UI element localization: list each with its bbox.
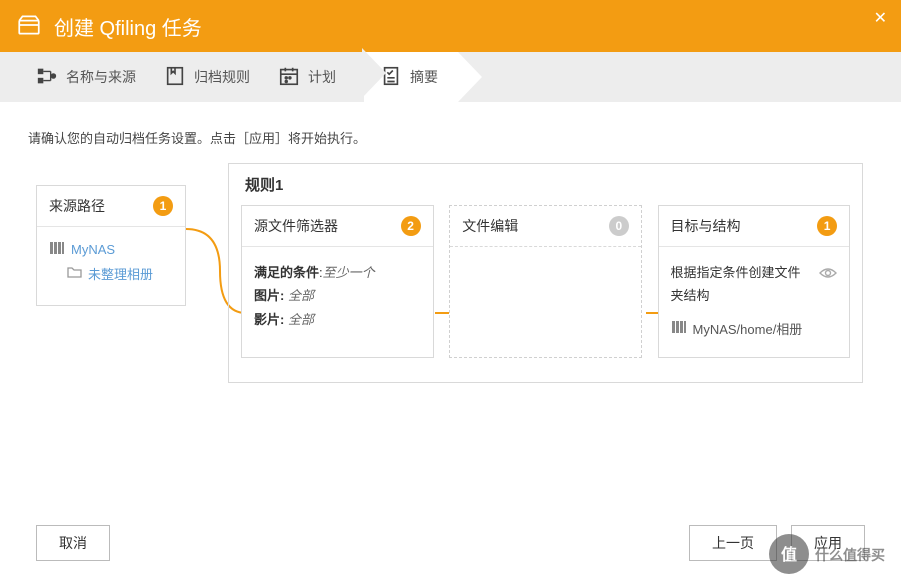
filter-video-label: 影片:	[254, 312, 284, 327]
file-edit-title: 文件编辑	[462, 216, 518, 236]
svg-text:值: 值	[781, 545, 797, 564]
nas-icon	[671, 318, 687, 341]
source-path-panel: 来源路径 1 MyNAS 未整理相册	[36, 185, 186, 306]
filter-card-title: 源文件筛选器	[254, 216, 338, 236]
step-label: 计划	[308, 67, 336, 87]
step-label: 归档规则	[194, 67, 250, 87]
file-edit-count-badge: 0	[609, 216, 629, 236]
filter-image-label: 图片:	[254, 288, 284, 303]
dialog-footer: 取消 上一页 应用	[0, 525, 901, 561]
condition-value: 至少一个	[323, 265, 375, 280]
destination-desc: 根据指定条件创建文件夹结构	[671, 261, 812, 308]
watermark: 值 什么值得买	[767, 532, 897, 579]
cancel-button[interactable]: 取消	[36, 525, 110, 561]
file-edit-card: 文件编辑 0	[449, 205, 642, 358]
destination-card: 目标与结构 1 根据指定条件创建文件夹结构	[658, 205, 851, 358]
condition-label: 满足的条件	[254, 265, 319, 280]
source-step-icon	[36, 65, 58, 90]
instruction-text: 请确认您的自动归档任务设置。点击［应用］将开始执行。	[28, 128, 873, 147]
rule-title: 规则1	[245, 174, 850, 195]
source-nas-item[interactable]: MyNAS	[49, 241, 173, 258]
schedule-step-icon	[278, 65, 300, 90]
nas-icon	[49, 241, 65, 258]
rule-panel: 规则1 源文件筛选器 2 满足的条件:至少一个 图片: 全部	[228, 163, 863, 383]
close-icon[interactable]: ✕	[874, 8, 887, 28]
source-panel-title: 来源路径	[49, 196, 105, 216]
destination-path: MyNAS/home/相册	[693, 318, 803, 341]
filter-count-badge: 2	[401, 216, 421, 236]
destination-title: 目标与结构	[671, 216, 741, 236]
step-archive-rules[interactable]: 归档规则	[164, 65, 250, 90]
step-label: 摘要	[410, 67, 438, 87]
step-label: 名称与来源	[66, 67, 136, 87]
step-bar: 名称与来源 归档规则 计划 摘要	[0, 52, 901, 102]
filter-video-value: 全部	[288, 312, 314, 327]
source-count-badge: 1	[153, 196, 173, 216]
titlebar: 创建 Qfiling 任务 ✕	[0, 0, 901, 52]
previous-button[interactable]: 上一页	[689, 525, 777, 561]
filter-image-value: 全部	[288, 288, 314, 303]
destination-path-row: MyNAS/home/相册	[671, 318, 838, 341]
app-icon	[16, 12, 42, 41]
svg-text:什么值得买: 什么值得买	[815, 547, 885, 563]
source-folder-label: 未整理相册	[88, 264, 153, 283]
source-nas-label: MyNAS	[71, 242, 115, 257]
folder-icon	[67, 266, 82, 281]
rules-step-icon	[164, 65, 186, 90]
step-name-source[interactable]: 名称与来源	[36, 65, 136, 90]
dialog-title: 创建 Qfiling 任务	[54, 12, 202, 41]
content-area: 请确认您的自动归档任务设置。点击［应用］将开始执行。 来源路径 1 MyNAS	[0, 102, 901, 205]
step-schedule[interactable]: 计划	[278, 65, 336, 90]
eye-icon[interactable]	[819, 263, 837, 286]
destination-count-badge: 1	[817, 216, 837, 236]
source-folder-item[interactable]: 未整理相册	[67, 264, 173, 283]
filter-card: 源文件筛选器 2 满足的条件:至少一个 图片: 全部 影片:	[241, 205, 434, 358]
